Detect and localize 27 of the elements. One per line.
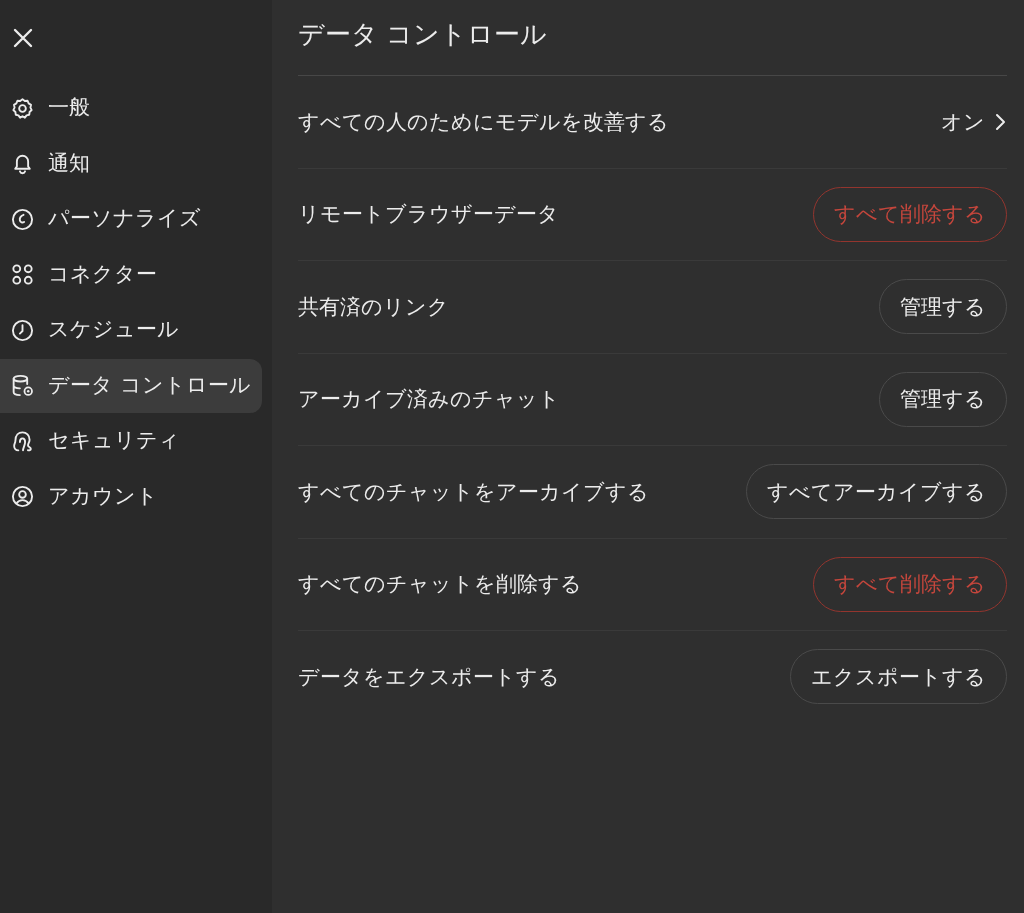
setting-label: データをエクスポートする (298, 663, 560, 691)
sidebar-item[interactable]: セキュリティ (0, 414, 262, 468)
sidebar-item[interactable]: コネクター (0, 247, 262, 302)
clock-icon (10, 317, 35, 343)
loop-shape-icon (10, 428, 35, 454)
setting-label: リモートブラウザーデータ (298, 201, 559, 229)
sidebar-item[interactable]: 通知 (0, 136, 262, 191)
setting-label: すべての人のためにモデルを改善する (298, 108, 669, 136)
close-icon (11, 26, 35, 50)
sidebar-item[interactable]: 一般 (0, 81, 262, 135)
sidebar-item[interactable]: アカウント (0, 469, 262, 524)
swirl-circle-icon (10, 206, 35, 232)
chevron-right-icon (993, 112, 1007, 131)
sidebar-item[interactable]: スケジュール (0, 303, 262, 357)
setting-label: アーカイブ済みのチャット (298, 386, 560, 414)
sidebar-item[interactable]: データ コントロール (0, 358, 262, 413)
sidebar-item[interactable]: パーソナライズ (0, 192, 262, 246)
setting-value-link[interactable]: オン (941, 107, 1007, 136)
setting-label: 共有済のリンク (298, 293, 449, 321)
setting-label: すべてのチャットをアーカイブする (298, 478, 649, 506)
close-button[interactable] (11, 26, 35, 50)
database-gear-icon (10, 373, 35, 398)
user-circle-icon (10, 484, 35, 509)
gear-icon (10, 95, 35, 121)
four-circles-icon (10, 262, 35, 287)
page-title: データ コントロール (298, 17, 548, 51)
setting-label: すべてのチャットを削除する (298, 571, 582, 599)
